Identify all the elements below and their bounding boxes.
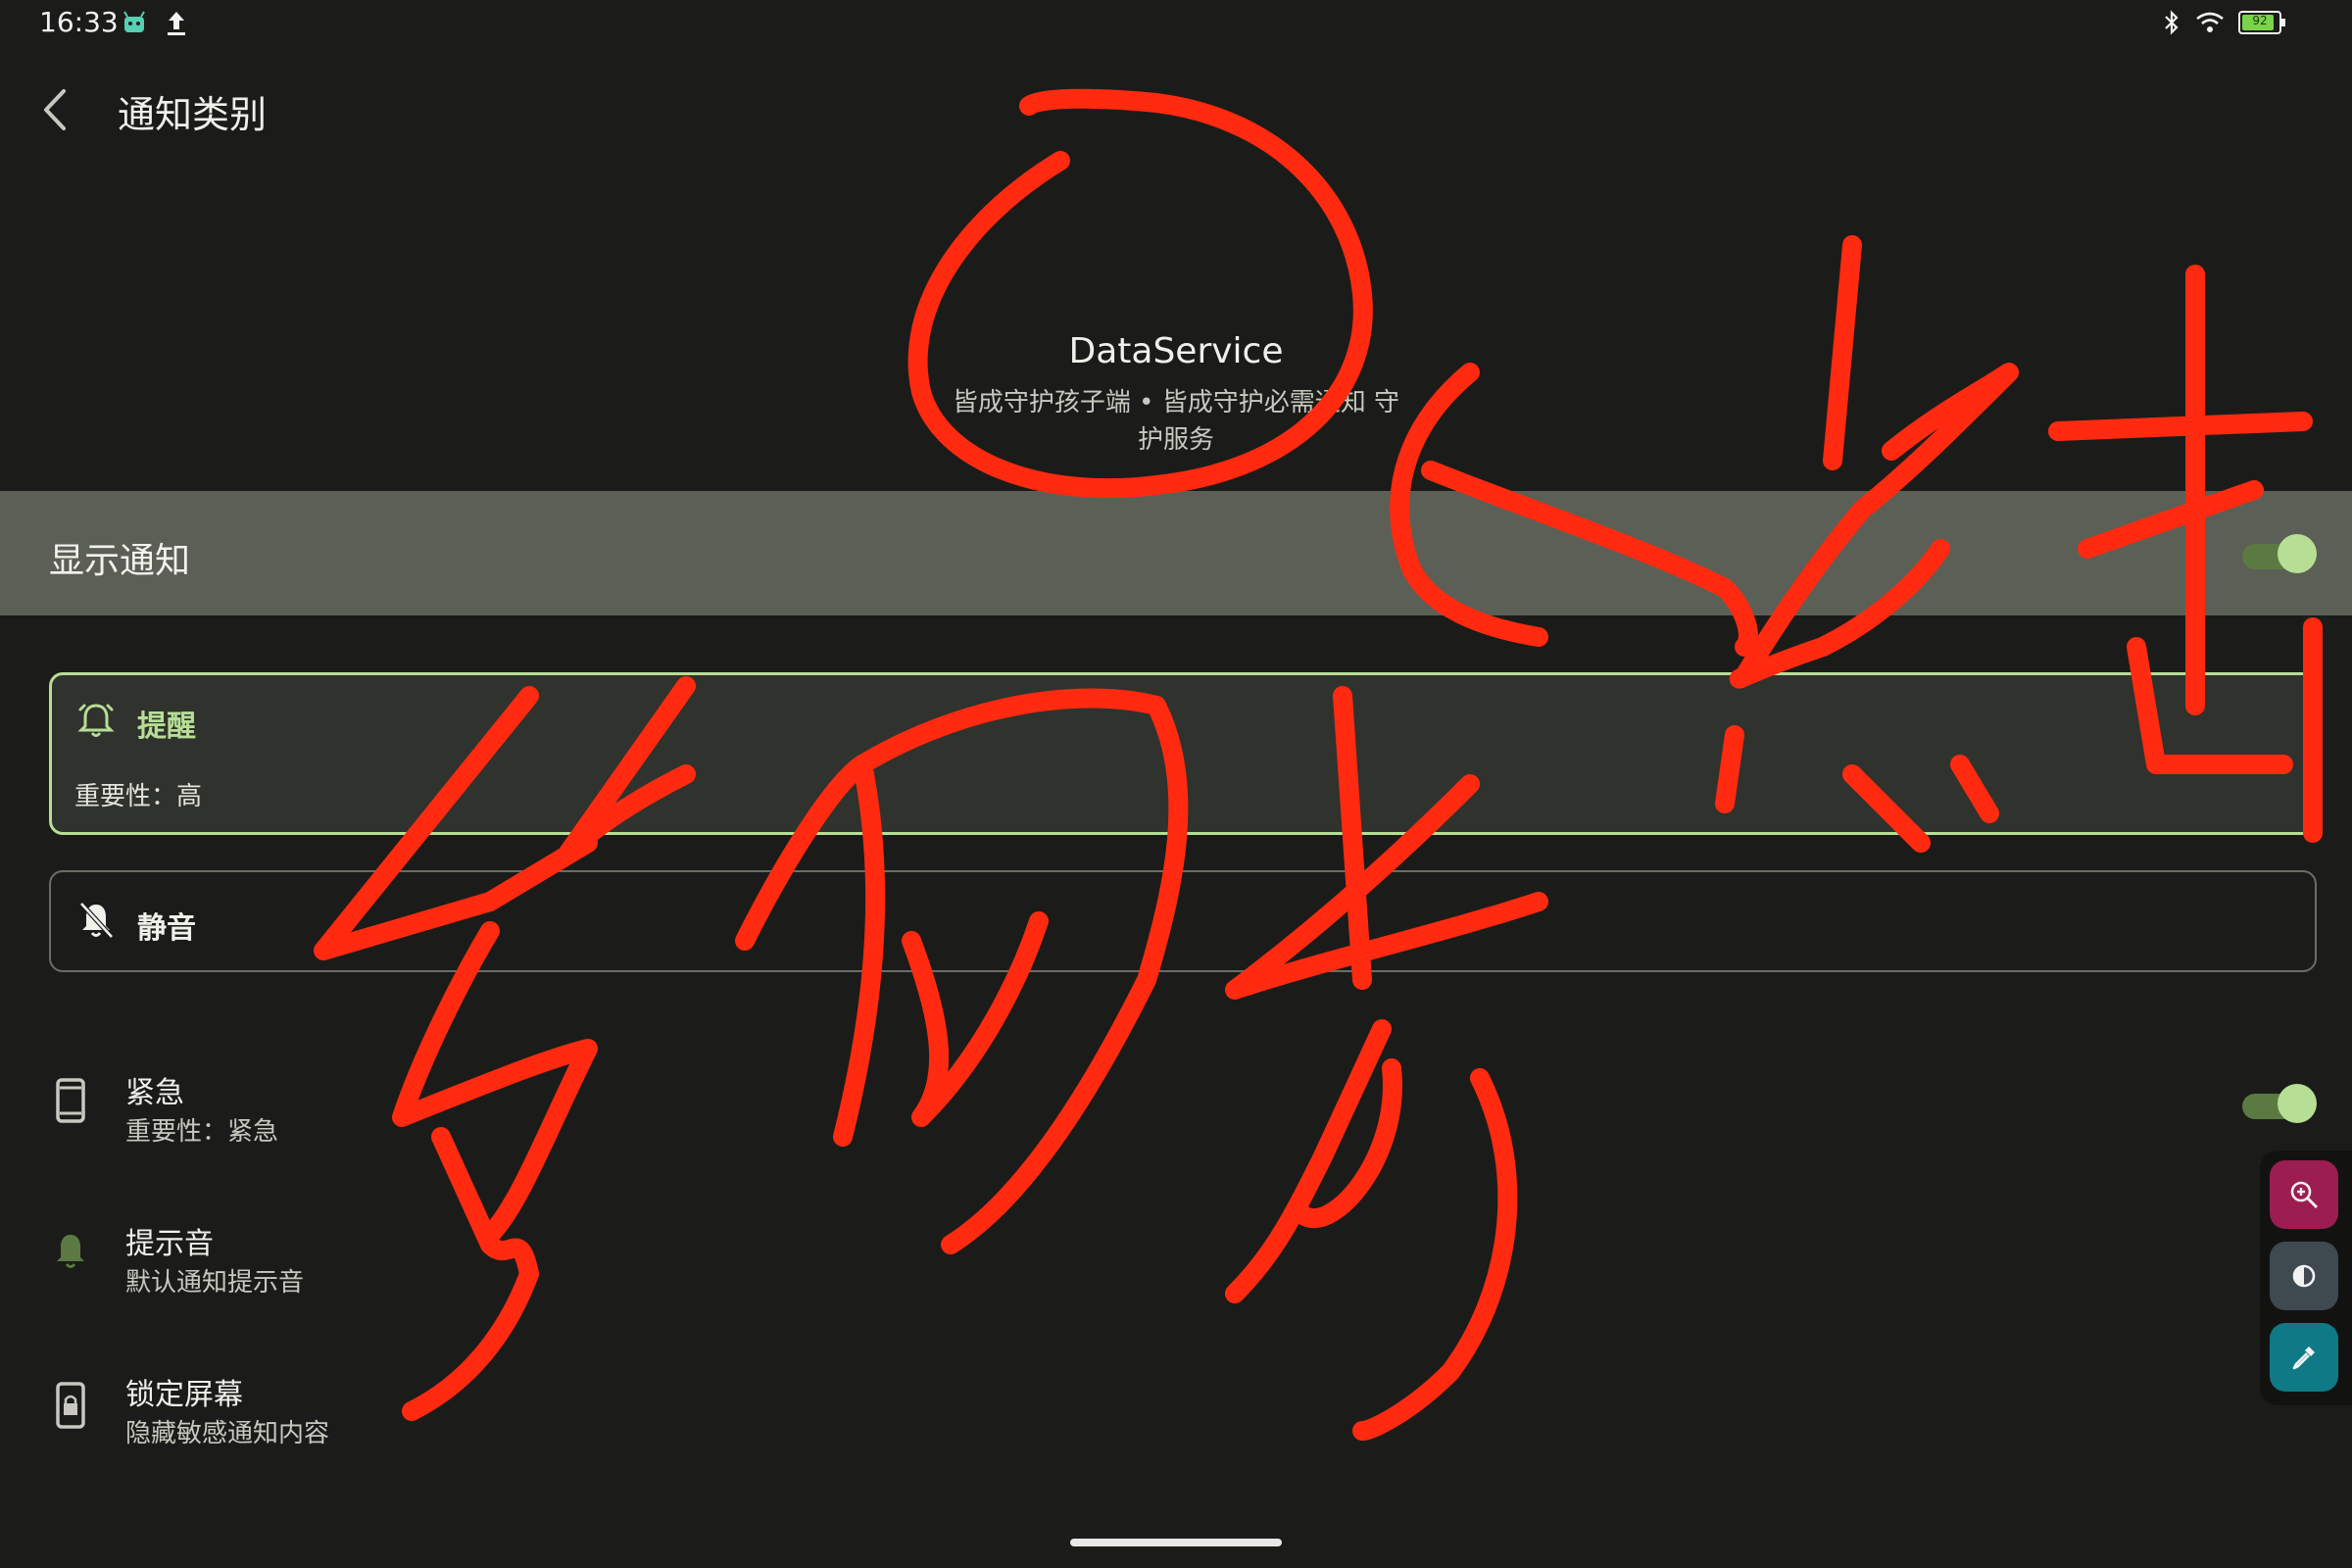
page-title: 通知类别 xyxy=(118,93,268,136)
list-item-title: 锁定屏幕 xyxy=(125,1378,243,1412)
bell-off-icon xyxy=(79,902,114,939)
alert-option-subtitle: 重要性：高 xyxy=(74,782,203,811)
back-arrow-icon xyxy=(44,89,66,130)
show-notifications-toggle[interactable] xyxy=(2238,534,2317,573)
upload-icon xyxy=(168,12,185,35)
bell-icon xyxy=(57,1235,84,1268)
bluetooth-icon xyxy=(2165,10,2179,35)
app-name: DataService xyxy=(1068,331,1284,371)
alert-option-card[interactable] xyxy=(49,672,2317,835)
zoom-in-button[interactable] xyxy=(2270,1160,2338,1229)
silent-option-title: 静音 xyxy=(137,911,196,946)
list-item-urgent[interactable] xyxy=(0,1058,2352,1166)
show-notifications-row[interactable] xyxy=(0,491,2352,615)
list-item-title: 紧急 xyxy=(125,1076,184,1110)
wifi-icon xyxy=(2196,12,2224,32)
list-item-subtitle: 隐藏敏感通知内容 xyxy=(125,1419,330,1448)
home-indicator[interactable] xyxy=(1070,1539,1282,1546)
list-item-subtitle: 默认通知提示音 xyxy=(125,1268,305,1298)
silent-option-card[interactable] xyxy=(49,870,2317,972)
android-robot-icon xyxy=(123,11,145,32)
battery-icon: 92 xyxy=(2238,11,2285,34)
urgent-toggle[interactable] xyxy=(2238,1084,2317,1123)
list-item-lock-screen[interactable] xyxy=(0,1362,2352,1470)
list-item-sound[interactable] xyxy=(0,1211,2352,1319)
eyedropper-icon xyxy=(2292,1347,2315,1370)
battery-level: 92 xyxy=(2252,14,2268,27)
show-notifications-label: 显示通知 xyxy=(49,541,191,581)
status-right-icons: 92 xyxy=(2162,10,2285,35)
alert-option-title: 提醒 xyxy=(137,710,196,744)
status-time: 16:33 xyxy=(39,6,119,38)
status-left-icons xyxy=(120,8,188,37)
list-item-subtitle: 重要性：紧急 xyxy=(125,1117,279,1147)
eyedropper-button[interactable] xyxy=(2270,1323,2338,1392)
list-item-title: 提示音 xyxy=(125,1227,214,1261)
back-button[interactable] xyxy=(33,80,76,139)
contrast-button[interactable] xyxy=(2270,1242,2338,1310)
lock-screen-icon xyxy=(56,1382,85,1429)
zoom-in-icon xyxy=(2290,1181,2319,1209)
phone-icon xyxy=(56,1078,85,1123)
alarm-bell-icon xyxy=(77,704,115,737)
contrast-icon xyxy=(2292,1264,2316,1288)
app-description: 皆成守护孩子端 • 皆成守护必需通知 守护服务 xyxy=(952,388,1400,455)
